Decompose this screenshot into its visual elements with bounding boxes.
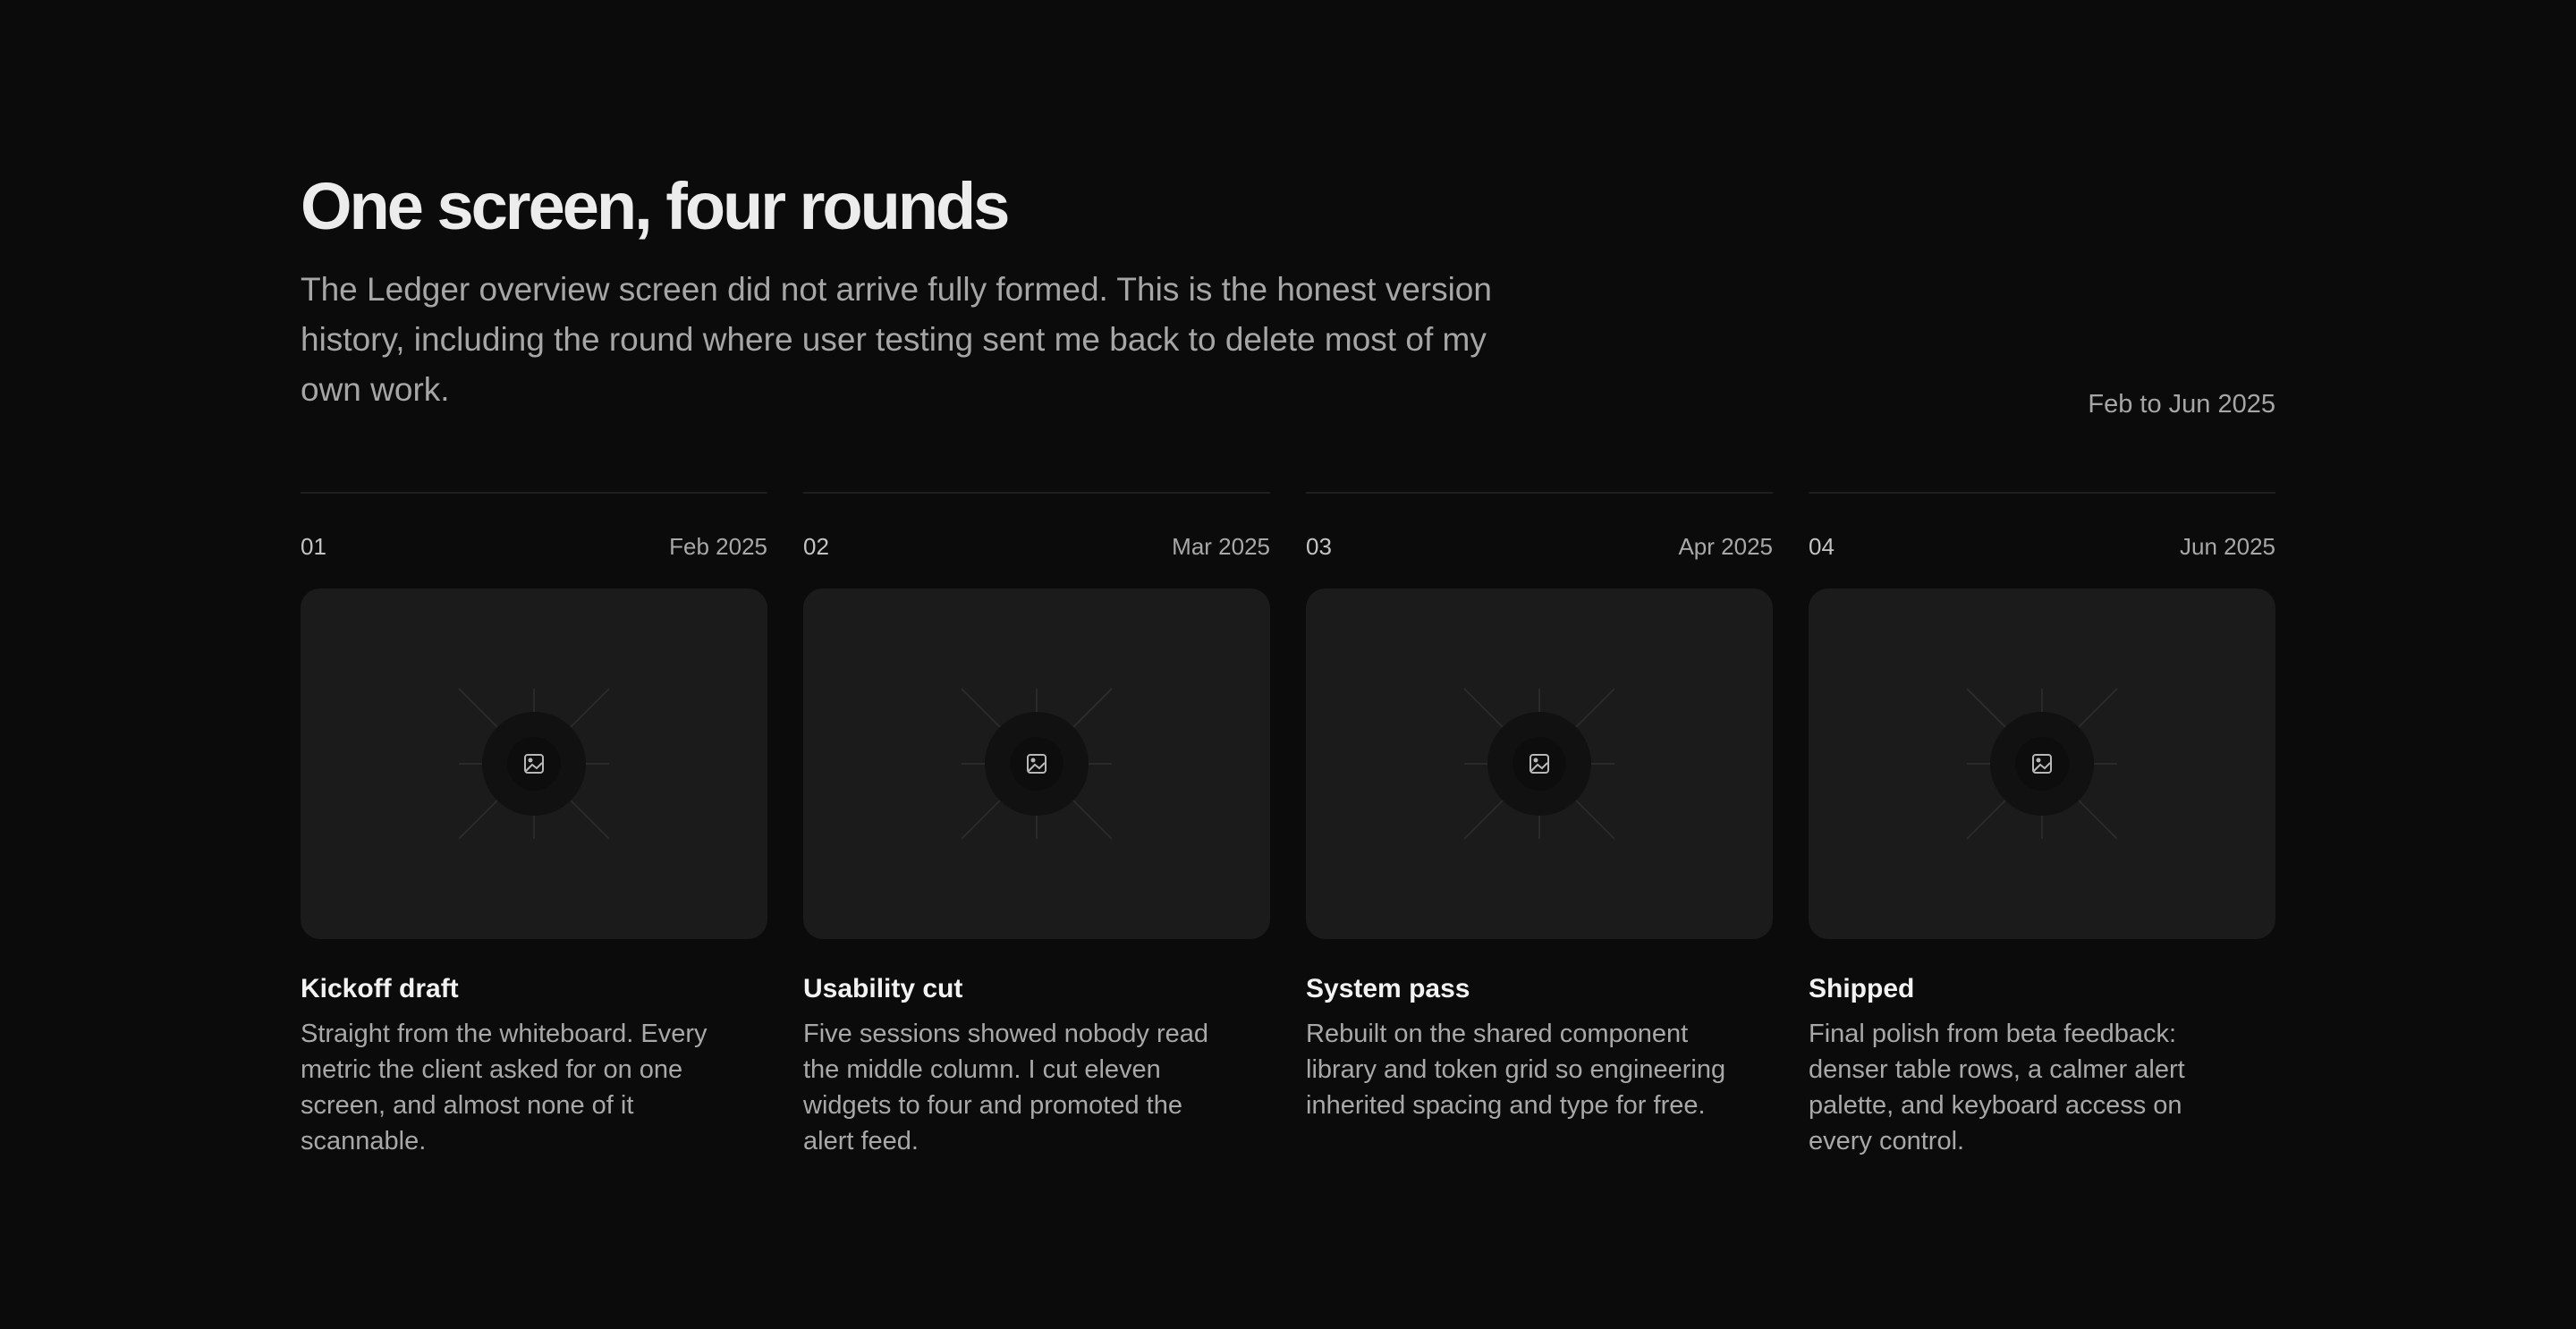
round-title: Shipped [1809, 974, 1915, 1003]
round-card-4: 04 Jun 2025 Shipped Final polish from be… [1809, 492, 2275, 1159]
round-date: Apr 2025 [1678, 533, 1773, 560]
round-date: Jun 2025 [2180, 533, 2275, 560]
round-number: 04 [1809, 533, 1835, 560]
round-title: Usability cut [803, 974, 963, 1003]
image-placeholder-graphic [1463, 688, 1615, 840]
section-header: One screen, four rounds The Ledger overv… [301, 166, 2275, 419]
round-date: Feb 2025 [669, 533, 767, 560]
page-title: One screen, four rounds [301, 169, 1010, 243]
image-placeholder-graphic [458, 688, 610, 840]
round-number: 03 [1306, 533, 1332, 560]
image-placeholder-graphic [961, 688, 1113, 840]
round-thumbnail [1306, 588, 1773, 939]
date-range: Feb to Jun 2025 [2088, 390, 2275, 419]
round-thumbnail [803, 588, 1270, 939]
version-history-section: One screen, four rounds The Ledger overv… [301, 0, 2275, 1329]
round-number: 02 [803, 533, 829, 560]
icon-circle [507, 737, 561, 791]
round-description: Rebuilt on the shared component library … [1306, 1020, 1726, 1120]
round-thumbnail [1809, 588, 2275, 939]
intro-paragraph: The Ledger overview screen did not arriv… [301, 271, 1492, 408]
round-title: System pass [1306, 974, 1470, 1003]
round-title: Kickoff draft [301, 974, 459, 1003]
round-card-2: 02 Mar 2025 Usability cut Five sessions … [803, 492, 1270, 1159]
round-description: Five sessions showed nobody read the mid… [803, 1020, 1208, 1155]
round-card-3: 03 Apr 2025 System pass Rebuilt on the s… [1306, 492, 1773, 1159]
round-meta: 01 Feb 2025 [301, 531, 767, 562]
rounds-list: 01 Feb 2025 Kickoff draft Straight from … [301, 492, 2275, 1159]
round-description: Straight from the whiteboard. Every metr… [301, 1020, 708, 1155]
round-thumbnail [301, 588, 767, 939]
round-description: Final polish from beta feedback: denser … [1809, 1020, 2185, 1155]
round-card-1: 01 Feb 2025 Kickoff draft Straight from … [301, 492, 767, 1159]
icon-circle [1513, 737, 1566, 791]
icon-circle [1010, 737, 1063, 791]
round-meta: 04 Jun 2025 [1809, 531, 2275, 562]
round-meta: 02 Mar 2025 [803, 531, 1270, 562]
round-meta: 03 Apr 2025 [1306, 531, 1773, 562]
round-number: 01 [301, 533, 326, 560]
round-date: Mar 2025 [1172, 533, 1270, 560]
image-placeholder-graphic [1966, 688, 2118, 840]
icon-circle [2015, 737, 2069, 791]
